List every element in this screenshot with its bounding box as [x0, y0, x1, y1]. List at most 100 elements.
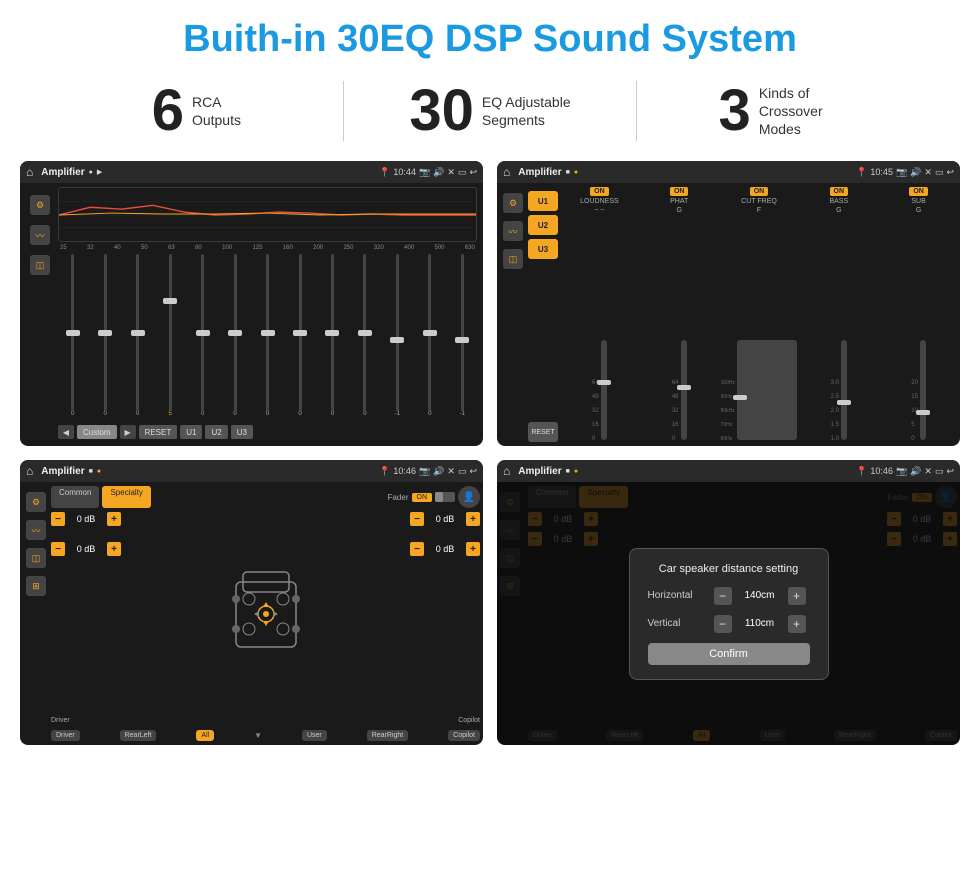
eq-filter-icon[interactable]: ⚙: [30, 195, 50, 215]
eq-wave-icon[interactable]: 〰: [30, 225, 50, 245]
amp2-wave-icon[interactable]: 〰: [503, 221, 523, 241]
fader-back-icon[interactable]: ↩: [469, 466, 477, 477]
fader-btn-rearleft[interactable]: RearLeft: [120, 730, 157, 741]
fader-wave-icon[interactable]: 〰: [26, 520, 46, 540]
fader-on-badge[interactable]: ON: [412, 493, 433, 502]
speaker-time: 10:46: [870, 466, 893, 477]
fader-minus-4[interactable]: −: [410, 542, 424, 556]
eq-u3-button[interactable]: U3: [231, 425, 253, 439]
fader-vol-icon[interactable]: ◫: [26, 548, 46, 568]
modal-vertical-plus[interactable]: +: [788, 615, 806, 633]
amp2-vol-icon[interactable]: ◫: [503, 249, 523, 269]
eq-slider-3[interactable]: 5: [155, 254, 184, 417]
stat-rca: 6 RCA Outputs: [60, 82, 333, 140]
fader-expand-icon[interactable]: ⊞: [26, 576, 46, 596]
eq-home-icon[interactable]: ⌂: [26, 165, 33, 179]
fader-status-bar: ⌂ Amplifier ■ ● 📍 10:46 📷 🔊 ✕ ▭ ↩: [20, 460, 483, 482]
modal-vertical-minus[interactable]: −: [714, 615, 732, 633]
fader-x-icon[interactable]: ✕: [447, 466, 455, 477]
eq-reset-button[interactable]: RESET: [139, 425, 178, 439]
amp2-filter-icon[interactable]: ⚙: [503, 193, 523, 213]
speaker-camera-icon: 📷: [896, 466, 907, 477]
modal-horizontal-plus[interactable]: +: [788, 587, 806, 605]
eq-play-icon: ▶: [97, 168, 102, 176]
amp2-u3-btn[interactable]: U3: [528, 239, 558, 259]
speaker-x-icon[interactable]: ✕: [924, 466, 932, 477]
eq-dot1: ●: [89, 169, 93, 176]
fader-db-row-4: − 0 dB +: [410, 542, 480, 556]
amp2-reset-btn[interactable]: RESET: [528, 422, 558, 442]
fader-tab-common[interactable]: Common: [51, 486, 99, 508]
fader-label-driver: Driver: [51, 717, 70, 724]
eq-u2-button[interactable]: U2: [205, 425, 227, 439]
eq-slider-5[interactable]: 0: [220, 254, 249, 417]
amp2-x-icon[interactable]: ✕: [924, 167, 932, 178]
stat-divider-2: [636, 81, 637, 141]
amp2-back-icon[interactable]: ↩: [946, 167, 954, 178]
eq-slider-12[interactable]: -1: [448, 254, 477, 417]
amp2-time: 10:45: [870, 167, 893, 178]
fader-time: 10:46: [393, 466, 416, 477]
fader-home-icon[interactable]: ⌂: [26, 464, 33, 478]
eq-slider-6[interactable]: 0: [253, 254, 282, 417]
modal-horizontal-minus[interactable]: −: [714, 587, 732, 605]
fader-minus-3[interactable]: −: [410, 512, 424, 526]
fader-db-val-4: 0 dB: [427, 544, 463, 554]
eq-slider-4[interactable]: 0: [188, 254, 217, 417]
eq-slider-1[interactable]: 0: [90, 254, 119, 417]
speaker-screen-card: ⌂ Amplifier ■ ● 📍 10:46 📷 🔊 ✕ ▭ ↩ ⚙ 〰 ◫: [497, 460, 960, 745]
eq-u1-button[interactable]: U1: [180, 425, 202, 439]
eq-slider-2[interactable]: 0: [123, 254, 152, 417]
fader-btn-rearright[interactable]: RearRight: [367, 730, 409, 741]
amp2-sub-on[interactable]: ON: [909, 187, 928, 196]
amp2-sidebar: ⚙ 〰 ◫: [500, 187, 526, 442]
eq-slider-8[interactable]: 0: [318, 254, 347, 417]
fader-btn-all[interactable]: All: [196, 730, 214, 741]
fader-left-controls: − 0 dB + − 0 dB +: [51, 512, 121, 711]
fader-plus-4[interactable]: +: [466, 542, 480, 556]
modal-confirm-button[interactable]: Confirm: [648, 643, 810, 665]
fader-minus-2[interactable]: −: [51, 542, 65, 556]
fader-user-icon[interactable]: 👤: [458, 486, 480, 508]
speaker-back-icon[interactable]: ↩: [946, 466, 954, 477]
amp2-sub-col: ON SUB G 20151050: [880, 187, 957, 442]
eq-next-button[interactable]: ▶: [120, 425, 136, 439]
speaker-home-icon[interactable]: ⌂: [503, 464, 510, 478]
amp2-cutfreq-on[interactable]: ON: [750, 187, 769, 196]
eq-slider-7[interactable]: 0: [285, 254, 314, 417]
eq-custom-button[interactable]: Custom: [77, 425, 117, 439]
amp2-u2-btn[interactable]: U2: [528, 215, 558, 235]
eq-prev-button[interactable]: ◀: [58, 425, 74, 439]
eq-volume-ctrl-icon[interactable]: ◫: [30, 255, 50, 275]
eq-back-icon[interactable]: ↩: [469, 167, 477, 178]
stat-rca-label: RCA Outputs: [192, 93, 241, 129]
fader-btn-user[interactable]: User: [302, 730, 327, 741]
fader-btn-copilot[interactable]: Copilot: [448, 730, 480, 741]
speaker-screen-body: ⚙ 〰 ◫ ⊞ Common Specialty Fader ON 👤: [497, 482, 960, 745]
eq-location-icon: 📍: [379, 167, 390, 178]
fader-btn-driver[interactable]: Driver: [51, 730, 80, 741]
fader-minus-1[interactable]: −: [51, 512, 65, 526]
eq-slider-11[interactable]: 0: [415, 254, 444, 417]
fader-filter-icon[interactable]: ⚙: [26, 492, 46, 512]
fader-camera-icon: 📷: [419, 466, 430, 477]
eq-slider-0[interactable]: 0: [58, 254, 87, 417]
amp2-status-bar: ⌂ Amplifier ■ ● 📍 10:45 📷 🔊 ✕ ▭ ↩: [497, 161, 960, 183]
amp2-bass-label: BASS: [829, 198, 848, 205]
fader-plus-3[interactable]: +: [466, 512, 480, 526]
fader-status-title: Amplifier: [41, 466, 84, 477]
fader-tab-specialty[interactable]: Specialty: [102, 486, 150, 508]
eq-x-icon[interactable]: ✕: [447, 167, 455, 178]
amp2-loudness-on[interactable]: ON: [590, 187, 609, 196]
amp2-u1-btn[interactable]: U1: [528, 191, 558, 211]
amp2-phat-on[interactable]: ON: [670, 187, 689, 196]
eq-slider-9[interactable]: 0: [350, 254, 379, 417]
fader-plus-2[interactable]: +: [107, 542, 121, 556]
fader-db-row-2: − 0 dB +: [51, 542, 121, 556]
fader-down-arrow[interactable]: ▼: [254, 730, 262, 741]
amp2-home-icon[interactable]: ⌂: [503, 165, 510, 179]
fader-plus-1[interactable]: +: [107, 512, 121, 526]
amp2-bass-on[interactable]: ON: [830, 187, 849, 196]
fader-main: Common Specialty Fader ON 👤 −: [51, 486, 480, 741]
eq-slider-10[interactable]: -1: [383, 254, 412, 417]
